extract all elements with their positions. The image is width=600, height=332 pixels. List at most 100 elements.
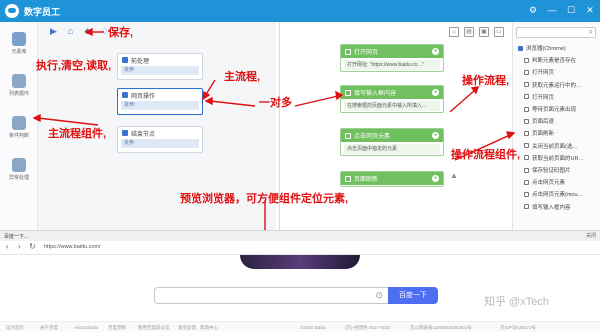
footer-link[interactable]: 意见反馈 <box>178 325 196 331</box>
op-node-click-element[interactable]: 点击网页元素 ● 点击页面中指定的元素 <box>340 128 444 156</box>
node-icon <box>345 132 351 139</box>
footer-link[interactable]: 百度营销 <box>108 325 126 331</box>
exception-icon <box>12 158 26 172</box>
component-label: 保存验证码图片 <box>532 168 571 174</box>
app-title: 数字员工 <box>24 6 61 17</box>
node-title: 页面刷新 <box>354 177 379 183</box>
component-label: 关闭当前页面(选… <box>532 143 578 150</box>
component-label: 打开网页 <box>532 94 555 101</box>
annotation-save: 保存, <box>108 27 134 39</box>
app-logo-icon <box>5 4 19 18</box>
component-item[interactable]: 获取元素运行中的… <box>524 81 582 89</box>
node-icon <box>122 57 128 63</box>
component-label: 浏览器(Chrome) <box>526 46 566 52</box>
fit-icon[interactable]: ▣ <box>479 27 489 37</box>
component-item[interactable]: 页面刷新 <box>524 129 554 137</box>
camera-icon[interactable]: ⊙ <box>375 290 383 301</box>
node-icon <box>345 89 351 96</box>
node-description: 点击页面中指定的元素 <box>344 144 440 154</box>
footer-link[interactable]: 帮助中心 <box>200 325 218 331</box>
window-controls: ⚙ — ☐ ✕ <box>527 4 596 16</box>
component-item[interactable]: 打开网页 <box>524 68 554 76</box>
component-label: 获取元素运行中的… <box>532 82 582 89</box>
annotation-exec: 执行,清空,读取, <box>36 60 112 72</box>
browser-tab[interactable]: 百度一下... <box>4 233 28 240</box>
sidebar-item-list-loop[interactable]: 列表循环 <box>4 74 34 97</box>
node-title: 打开网页 <box>354 50 379 56</box>
component-icon <box>524 82 529 88</box>
run-icon[interactable]: ▶ <box>48 26 59 37</box>
component-item[interactable]: 等待页面元素出现 <box>524 105 576 113</box>
component-item[interactable]: 关闭当前页面(选… <box>524 142 578 150</box>
annotation-op-components: 操作流程组件, <box>451 149 521 161</box>
main-component-sidebar: 元素库 列表循环 条件判断 异常处理 <box>0 22 38 230</box>
footer-link[interactable]: 关于百度 <box>40 325 58 331</box>
annotation-main-flow: 主流程, <box>224 71 261 83</box>
browser-close-button[interactable]: 关闭 <box>586 232 596 239</box>
component-label: 点击网页元素(mou… <box>532 192 584 199</box>
clear-icon[interactable]: ⌂ <box>65 26 76 37</box>
component-item[interactable]: 点击网页元素 <box>524 178 565 186</box>
minimize-icon[interactable]: — <box>546 4 558 16</box>
element-library-icon <box>12 32 26 46</box>
baidu-search-input[interactable]: ⊙ <box>154 287 388 304</box>
annotation-preview: 预览浏览器，可方便组件定位元素, <box>180 193 349 205</box>
component-icon <box>524 118 529 124</box>
page-footer: 设为首页 关于百度 About Baidu 百度营销 使用百度前必读 意见反馈 帮助中心 ©2… <box>0 321 600 332</box>
url-field[interactable]: https://www.baidu.com/ <box>44 244 101 250</box>
op-node-fill-input[interactable]: 填写输入框内容 ● 在搜索框的页面元素中输入所填入… <box>340 85 444 113</box>
load-icon[interactable]: ♣ <box>82 26 93 37</box>
footer-link: ©2020 Baidu <box>300 325 327 330</box>
operation-toolbar: ⌂ ▤ ▣ ▭ <box>449 27 504 37</box>
component-item[interactable]: 保存验证码图片 <box>524 166 571 174</box>
footer-link[interactable]: About Baidu <box>74 325 99 330</box>
op-node-open-page[interactable]: 打开网页 ● 打开网址: "https://www.baidu.co…" <box>340 44 444 72</box>
node-title: 点击网页元素 <box>354 134 391 140</box>
close-icon[interactable]: ✕ <box>584 4 596 16</box>
footer-link[interactable]: 使用百度前必读 <box>138 325 170 331</box>
flow-node-preprocess[interactable]: 前处理 批参: <box>117 53 203 80</box>
component-item[interactable]: 填写输入框内容 <box>524 203 571 211</box>
sidebar-item-condition[interactable]: 条件判断 <box>4 116 34 139</box>
warning-icon: ▲ <box>450 171 458 180</box>
component-item[interactable]: 打开网页 <box>524 93 554 101</box>
component-search-input[interactable] <box>516 27 596 38</box>
node-menu-icon[interactable]: ● <box>432 175 439 182</box>
canvas-toolbar: ▶ ⌂ ♣ ♢ <box>48 26 110 37</box>
sidebar-item-element-library[interactable]: 元素库 <box>4 32 34 55</box>
annotation-one-to-many: 一对多 <box>259 97 292 109</box>
component-item[interactable]: 获取当前页面的UR… <box>524 154 584 162</box>
component-item[interactable]: 判断元素是否存在 <box>524 56 576 64</box>
node-menu-icon[interactable]: ● <box>432 48 439 55</box>
node-menu-icon[interactable]: ● <box>432 89 439 96</box>
condition-icon <box>12 116 26 130</box>
component-item[interactable]: 点击网页元素(mou… <box>524 190 583 198</box>
op-node-refresh[interactable]: 页面刷新 ● <box>340 171 444 187</box>
home-icon[interactable]: ⌂ <box>449 27 459 37</box>
comment-icon[interactable]: ▭ <box>494 27 504 37</box>
component-item[interactable]: 页面后退 <box>524 117 554 125</box>
sidebar-item-label: 条件判断 <box>8 133 29 139</box>
flow-node-web-operation[interactable]: 网页操作 批参: <box>117 88 203 115</box>
maximize-icon[interactable]: ☐ <box>565 4 577 16</box>
node-title: 填写输入框内容 <box>354 91 397 97</box>
sidebar-item-label: 列表循环 <box>8 91 29 97</box>
settings-icon[interactable]: ⚙ <box>527 4 539 16</box>
sidebar-item-label: 异常处理 <box>8 175 29 181</box>
footer-link[interactable]: 设为首页 <box>6 325 24 331</box>
node-description: 在搜索框的页面元素中输入所填入… <box>344 101 440 111</box>
node-menu-icon[interactable]: ● <box>432 132 439 139</box>
component-group-browser[interactable]: 浏览器(Chrome) <box>518 44 566 52</box>
layout-icon[interactable]: ▤ <box>464 27 474 37</box>
component-label: 判断元素是否存在 <box>532 58 577 65</box>
baidu-search-button[interactable]: 百度一下 <box>388 287 438 304</box>
flow-node-end[interactable]: 结束节点 批参: <box>117 126 203 153</box>
sidebar-item-exception[interactable]: 异常处理 <box>4 158 34 181</box>
component-icon <box>524 179 529 185</box>
annotation-main-components: 主流程组件, <box>48 128 107 140</box>
node-icon <box>122 130 128 136</box>
operation-component-panel <box>512 22 600 230</box>
back-icon[interactable]: ‹ <box>6 242 9 251</box>
reload-icon[interactable]: ↻ <box>29 242 36 251</box>
forward-icon[interactable]: › <box>18 242 21 251</box>
